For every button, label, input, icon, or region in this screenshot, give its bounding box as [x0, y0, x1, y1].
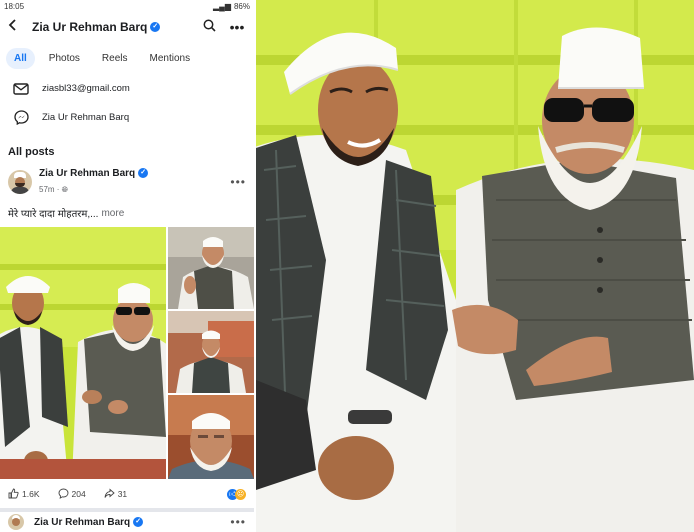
comment-count: 204 [71, 489, 86, 499]
post-meta: Zia Ur Rehman Barq ✓ 57m · 🌐︎ [39, 168, 230, 197]
verified-badge-icon: ✓ [150, 22, 161, 32]
comment-icon [58, 488, 69, 501]
status-indicators: ▂▄▆ 86% [213, 2, 250, 11]
globe-icon: 🌐︎ [61, 184, 69, 194]
verified-badge-icon: ✓ [133, 517, 144, 527]
tab-all[interactable]: All [6, 47, 35, 69]
content-tabs: All Photos Reels Mentions [0, 42, 254, 74]
like-button[interactable]: 1.6K [8, 488, 40, 501]
see-more-link[interactable]: more [101, 208, 124, 219]
profile-name: Zia Ur Rehman Barq [32, 20, 148, 34]
email-row[interactable]: ziasbl33@gmail.com [0, 74, 254, 103]
post-photo-thumb-3[interactable] [168, 395, 254, 479]
search-icon[interactable] [198, 19, 220, 35]
verified-badge-icon: ✓ [138, 168, 149, 178]
signal-icon: ▂▄▆ [213, 1, 231, 11]
profile-header: Zia Ur Rehman Barq ✓ ••• [0, 12, 254, 42]
share-count: 31 [117, 489, 128, 499]
section-title: All posts [8, 146, 55, 158]
post-photo-grid [0, 227, 254, 479]
next-post-header: Zia Ur Rehman Barq ✓ ••• [0, 512, 254, 532]
messenger-icon [12, 110, 30, 125]
mail-icon [12, 82, 30, 96]
comment-button[interactable]: 204 [58, 488, 86, 501]
post-author-line: Zia Ur Rehman Barq ✓ [39, 168, 230, 179]
post-text: मेरे प्यारे दादा मोहतरम,... more [0, 202, 254, 224]
battery-level: 86% [233, 1, 250, 11]
avatar[interactable] [8, 514, 24, 530]
tab-photos[interactable]: Photos [41, 48, 88, 69]
enlarged-photo [256, 0, 694, 532]
status-bar: 18:05 ▂▄▆ 86% [0, 0, 254, 12]
more-horizontal-icon[interactable]: ••• [230, 175, 246, 189]
avatar[interactable] [8, 170, 32, 194]
next-post-author[interactable]: Zia Ur Rehman Barq [34, 517, 130, 528]
messenger-text: Zia Ur Rehman Barq [42, 112, 130, 123]
post-author[interactable]: Zia Ur Rehman Barq [39, 168, 135, 179]
tab-mentions[interactable]: Mentions [142, 48, 199, 69]
post-timestamp: 57m · 🌐︎ [39, 184, 69, 194]
share-button[interactable]: 31 [104, 488, 127, 501]
like-count: 1.6K [22, 489, 40, 499]
post-header: Zia Ur Rehman Barq ✓ 57m · 🌐︎ ••• [0, 164, 254, 200]
thumb-up-icon [8, 488, 19, 501]
post-photo-main[interactable] [0, 227, 166, 479]
post-action-bar: 1.6K 204 31 👍︎ ☹ [0, 482, 254, 506]
post-body: मेरे प्यारे दादा मोहतरम,... [8, 209, 99, 220]
tab-reels[interactable]: Reels [94, 48, 136, 69]
reaction-summary[interactable]: 👍︎ ☹ [227, 488, 246, 500]
arrow-left-icon[interactable] [6, 18, 24, 37]
messenger-row[interactable]: Zia Ur Rehman Barq [0, 103, 254, 132]
sad-reaction-icon: ☹ [235, 488, 246, 500]
facebook-profile-screen: 18:05 ▂▄▆ 86% Zia Ur Rehman Barq ✓ ••• A… [0, 0, 254, 532]
next-post-author-line: Zia Ur Rehman Barq ✓ [34, 517, 230, 528]
more-horizontal-icon[interactable]: ••• [230, 515, 246, 529]
share-icon [104, 488, 115, 501]
email-text: ziasbl33@gmail.com [42, 83, 130, 94]
screenshot-collage: 18:05 ▂▄▆ 86% Zia Ur Rehman Barq ✓ ••• A… [0, 0, 694, 532]
profile-title: Zia Ur Rehman Barq ✓ [32, 20, 192, 34]
post-time: 57m [39, 184, 55, 194]
status-time: 18:05 [4, 1, 25, 11]
post-photo-thumb-1[interactable] [168, 227, 254, 309]
post-photo-thumb-2[interactable] [168, 311, 254, 393]
more-horizontal-icon[interactable]: ••• [226, 19, 248, 35]
